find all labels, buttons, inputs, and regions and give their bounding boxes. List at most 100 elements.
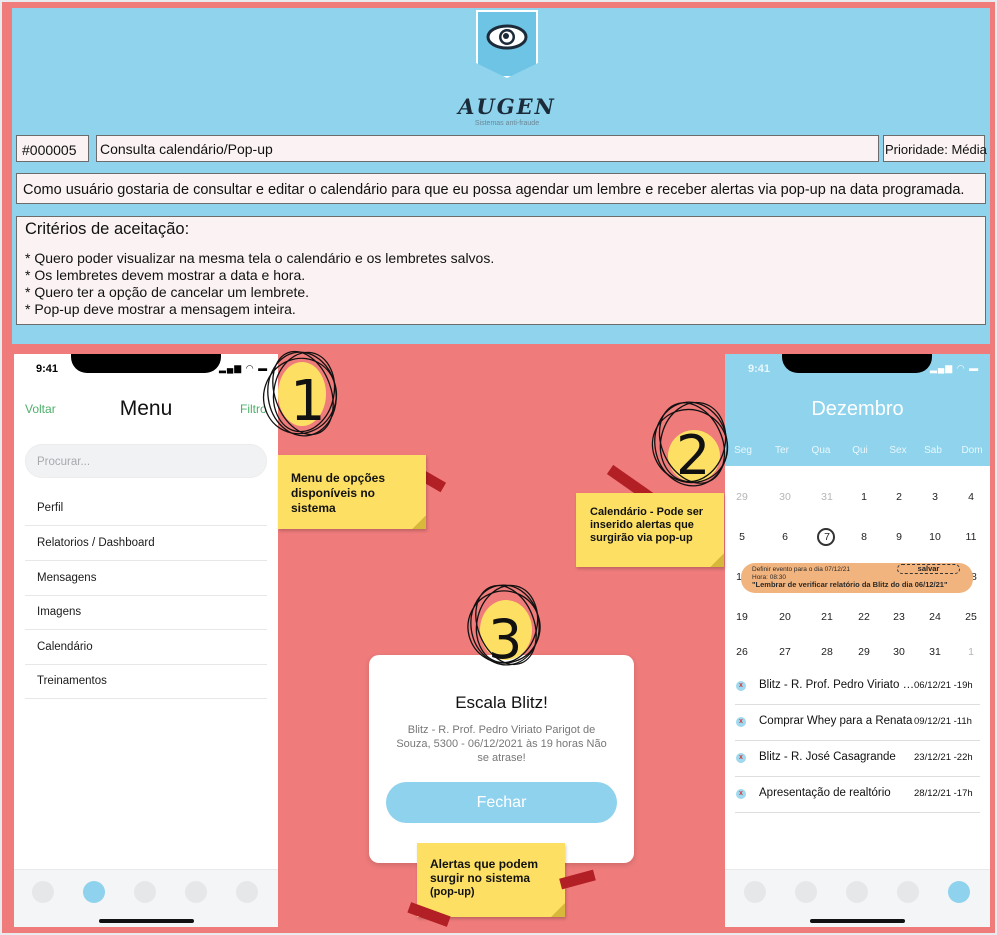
reminder-title: Blitz - R. Prof. Pedro Viriato Parigot d…: [759, 679, 915, 691]
weekday-label: Qua: [811, 445, 831, 456]
calendar-day[interactable]: 3: [922, 491, 948, 503]
menu-item-imagens[interactable]: Imagens: [25, 595, 267, 630]
calendar-day[interactable]: 29: [729, 491, 755, 503]
alert-popup: Escala Blitz! Blitz - R. Prof. Pedro Vir…: [369, 655, 634, 863]
menu-item-treinamentos[interactable]: Treinamentos: [25, 664, 267, 699]
calendar-screen: 9:41 ▂▄▆ ◠ ▬ Dezembro Seg Ter Qua Qui Se…: [725, 354, 990, 927]
tab-1[interactable]: [744, 881, 766, 903]
search-input[interactable]: Procurar...: [25, 444, 267, 478]
tab-3[interactable]: [134, 881, 156, 903]
story-id: #000005: [16, 135, 89, 162]
calendar-day[interactable]: 8: [851, 531, 877, 543]
menu-item-mensagens[interactable]: Mensagens: [25, 561, 267, 596]
story-header: AUGEN Sistemas anti-fraude #000005 Consu…: [12, 8, 990, 344]
note-line: Menu de opções: [291, 471, 386, 485]
note-line: surgirão via pop-up: [590, 532, 693, 544]
reminder-row[interactable]: x Blitz - R. José Casagrande 23/12/21 -2…: [735, 741, 980, 777]
tab-2[interactable]: [795, 881, 817, 903]
tab-5[interactable]: [236, 881, 258, 903]
menu-item-relatorios[interactable]: Relatorios / Dashboard: [25, 526, 267, 561]
reminder-title: Apresentação de realtório: [759, 787, 891, 799]
tab-bar: [725, 869, 990, 927]
calendar-day[interactable]: 10: [922, 531, 948, 543]
weekday-label: Sex: [889, 445, 907, 456]
logo-badge: [476, 10, 538, 78]
calendar-day[interactable]: 6: [772, 531, 798, 543]
calendar-day[interactable]: 23: [886, 611, 912, 623]
calendar-day[interactable]: 1: [851, 491, 877, 503]
calendar-day[interactable]: 9: [886, 531, 912, 543]
calendar-day[interactable]: 30: [772, 491, 798, 503]
alert-title: Escala Blitz!: [455, 693, 548, 712]
reminder-row[interactable]: x Apresentação de realtório 28/12/21 -17…: [735, 777, 980, 813]
menu-title: Menu: [119, 397, 173, 420]
scribble-number-1: 1: [262, 350, 338, 437]
home-indicator: [99, 919, 194, 923]
tab-2-active[interactable]: [83, 881, 105, 903]
save-event-button[interactable]: salvar: [897, 564, 960, 574]
weekday-label: Ter: [775, 445, 789, 456]
calendar-day[interactable]: 1: [958, 646, 984, 658]
calendar-day[interactable]: 21: [814, 611, 840, 623]
calendar-month: Dezembro: [811, 398, 904, 420]
calendar-day[interactable]: 28: [814, 646, 840, 658]
calendar-day[interactable]: 31: [922, 646, 948, 658]
calendar-day[interactable]: 4: [958, 491, 984, 503]
reminder-row[interactable]: x Blitz - R. Prof. Pedro Viriato Parigot…: [735, 669, 980, 705]
acceptance-criteria: Critérios de aceitação: * Quero poder vi…: [16, 216, 986, 325]
menu-item-perfil[interactable]: Perfil: [25, 491, 267, 526]
criteria-item: * Quero poder visualizar na mesma tela o…: [25, 250, 495, 266]
story-priority: Prioridade: Média: [883, 135, 987, 162]
calendar-day[interactable]: 24: [922, 611, 948, 623]
tab-bar: [14, 869, 278, 927]
tab-1[interactable]: [32, 881, 54, 903]
calendar-day[interactable]: 19: [729, 611, 755, 623]
selected-day-ring: [817, 528, 835, 546]
calendar-day[interactable]: 27: [772, 646, 798, 658]
menu-item-calendario[interactable]: Calendário: [25, 630, 267, 665]
remove-reminder-icon[interactable]: x: [736, 717, 746, 727]
note-line: (pop-up): [430, 886, 475, 898]
calendar-day[interactable]: 20: [772, 611, 798, 623]
calendar-day[interactable]: 11: [958, 531, 984, 543]
reminder-title: Comprar Whey para a Renata: [759, 715, 913, 727]
remove-reminder-icon[interactable]: x: [736, 681, 746, 691]
signal-wifi-battery-icon: ▂▄▆ ◠ ▬: [930, 363, 980, 373]
phone-notch: [71, 354, 221, 373]
weekday-label: Dom: [961, 445, 983, 456]
calendar-day[interactable]: 29: [851, 646, 877, 658]
note-line: inserido alertas que: [590, 519, 694, 531]
reminder-title: Blitz - R. José Casagrande: [759, 751, 896, 763]
tab-3[interactable]: [846, 881, 868, 903]
status-time: 9:41: [748, 363, 771, 375]
event-popup: Definir evento para o dia 07/12/21 Hora:…: [741, 563, 973, 593]
remove-reminder-icon[interactable]: x: [736, 789, 746, 799]
weekday-label: Qui: [852, 445, 868, 456]
note-line: Alertas que podem: [430, 857, 539, 871]
note-line: disponíveis no: [291, 486, 376, 500]
tab-4[interactable]: [185, 881, 207, 903]
sticky-note-3: Alertas que podem surgir no sistema (pop…: [417, 843, 565, 917]
note-line: Calendário - Pode ser: [590, 506, 704, 518]
calendar-day[interactable]: 26: [729, 646, 755, 658]
brand-name: AUGEN: [458, 94, 556, 119]
calendar-day[interactable]: 5: [729, 531, 755, 543]
calendar-day[interactable]: 31: [814, 491, 840, 503]
reminder-row[interactable]: x Comprar Whey para a Renata 09/12/21 -1…: [735, 705, 980, 741]
criteria-item: * Quero ter a opção de cancelar um lembr…: [25, 284, 310, 300]
eye-icon: [486, 24, 528, 50]
story-description: Como usuário gostaria de consultar e edi…: [16, 173, 986, 204]
calendar-day[interactable]: 30: [886, 646, 912, 658]
status-time: 9:41: [36, 363, 59, 375]
tab-5-active[interactable]: [948, 881, 970, 903]
criteria-title: Critérios de aceitação:: [25, 220, 190, 238]
sticky-note-2: Calendário - Pode ser inserido alertas q…: [576, 493, 724, 567]
calendar-day[interactable]: 2: [886, 491, 912, 503]
calendar-day[interactable]: 22: [851, 611, 877, 623]
canvas: AUGEN Sistemas anti-fraude #000005 Consu…: [0, 0, 997, 935]
close-alert-button[interactable]: Fechar: [386, 782, 617, 823]
calendar-day[interactable]: 25: [958, 611, 984, 623]
remove-reminder-icon[interactable]: x: [736, 753, 746, 763]
reminder-date: 09/12/21 -11h: [914, 716, 972, 727]
tab-4[interactable]: [897, 881, 919, 903]
